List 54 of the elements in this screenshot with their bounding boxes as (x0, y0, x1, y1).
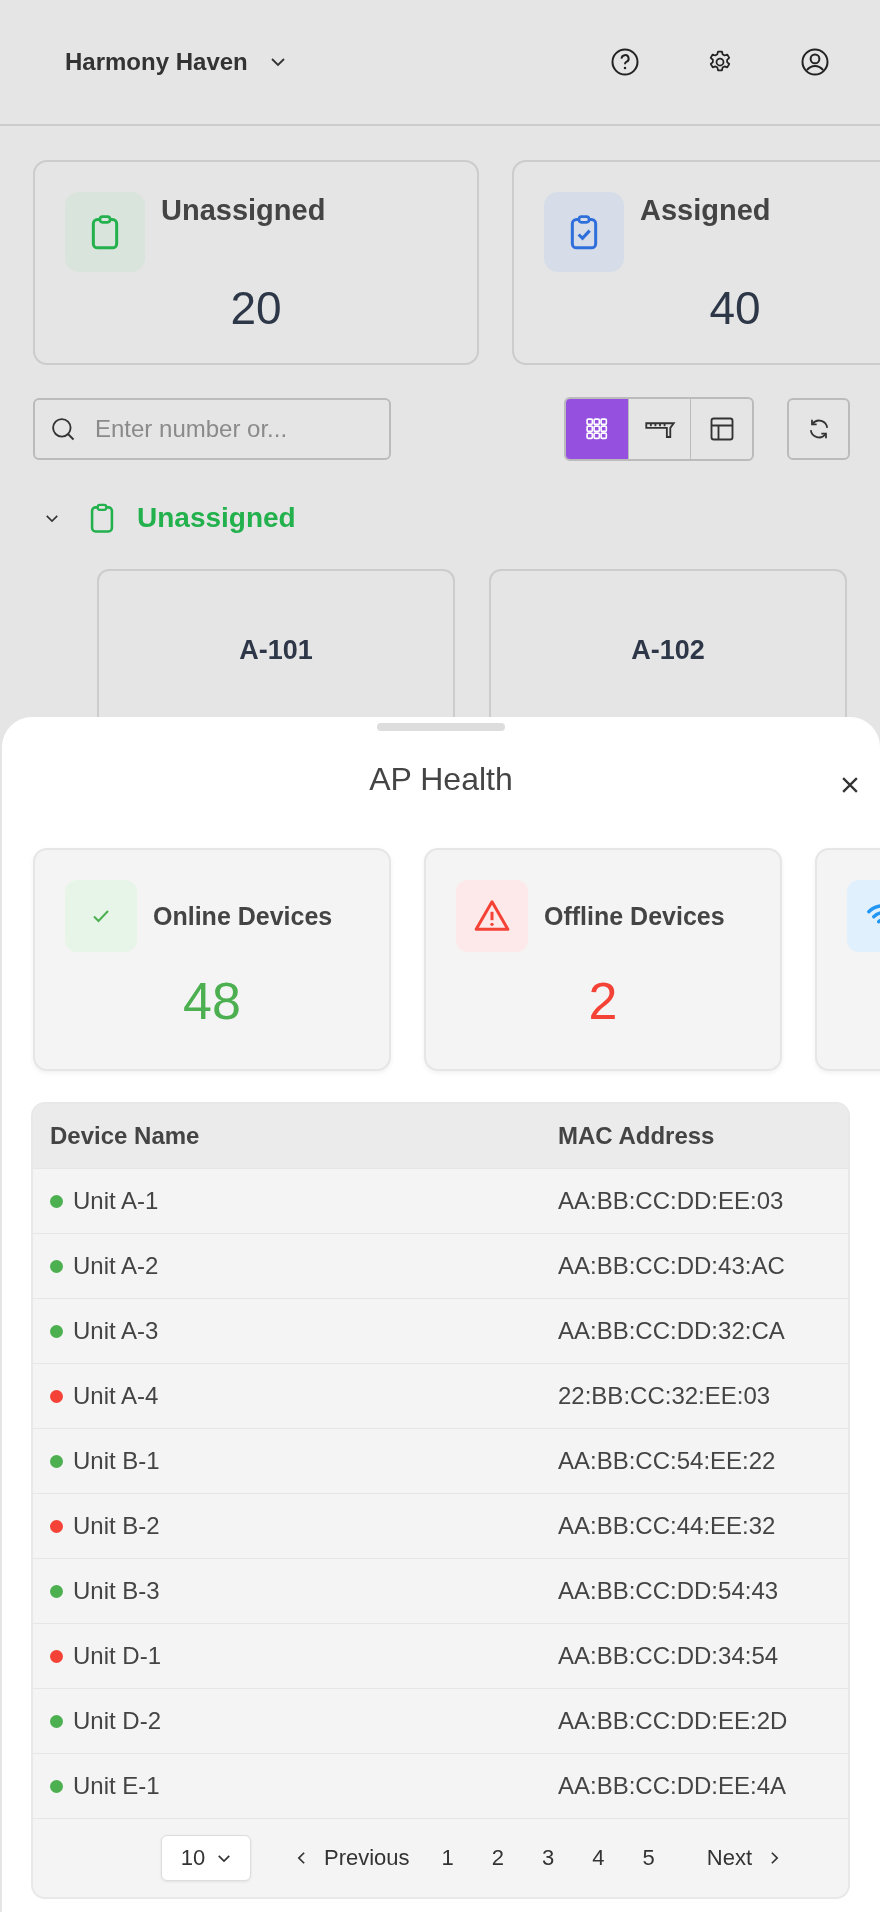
mac-address: 22:BB:CC:32:EE:03 (557, 1382, 772, 1410)
chevron-down-icon[interactable] (269, 57, 286, 67)
search-icon (49, 415, 77, 443)
user-icon[interactable] (800, 47, 830, 77)
card-value: 2 (587, 970, 619, 1031)
chevron-down-icon (217, 1853, 232, 1863)
card-value: 48 (182, 970, 242, 1031)
mac-address: AA:BB:CC:44:EE:32 (557, 1512, 777, 1540)
mac-address: AA:BB:CC:DD:34:54 (557, 1642, 780, 1670)
search-field[interactable]: Enter number or... (33, 398, 391, 460)
device-name: Unit A-4 (73, 1382, 159, 1410)
column-header: Device Name (49, 1122, 201, 1150)
card-label: Assigned (640, 193, 772, 228)
mac-address: AA:BB:CC:54:EE:22 (557, 1447, 777, 1475)
page-button[interactable]: 5 (630, 1845, 667, 1871)
grid-view-button[interactable] (566, 399, 628, 459)
page-button[interactable]: 2 (479, 1845, 517, 1871)
page-size-select[interactable]: 10 (161, 1835, 251, 1881)
device-name: Unit D-1 (73, 1642, 162, 1670)
summary-card[interactable]: Assigned 40 (512, 160, 880, 365)
card-count: 20 (229, 280, 283, 335)
help-icon[interactable] (610, 47, 640, 77)
mac-address: AA:BB:CC:DD:32:CA (557, 1317, 786, 1345)
device-name: Unit B-3 (73, 1577, 160, 1605)
page-button[interactable]: 3 (530, 1845, 567, 1871)
previous-button[interactable]: Previous (291, 1844, 416, 1872)
drag-handle[interactable] (377, 723, 505, 731)
chevron-down-icon[interactable] (45, 513, 59, 523)
page-button[interactable]: 1 (429, 1845, 466, 1871)
chevron-right-icon (770, 1851, 780, 1865)
close-icon[interactable] (842, 777, 858, 793)
card-count: 40 (708, 280, 762, 335)
mac-address: AA:BB:CC:DD:EE:03 (557, 1187, 785, 1215)
summary-card[interactable]: Unassigned 20 (33, 160, 479, 365)
page-button[interactable]: 4 (580, 1845, 617, 1871)
device-name: Unit B-1 (73, 1447, 160, 1475)
next-button[interactable]: Next (700, 1844, 786, 1872)
mac-address: AA:BB:CC:DD:43:AC (557, 1252, 786, 1280)
card-label: Online Devices (153, 901, 334, 931)
column-header: MAC Address (557, 1122, 716, 1150)
card-label: Offline Devices (544, 901, 726, 931)
device-name: Unit E-1 (73, 1772, 160, 1800)
mac-address: AA:BB:CC:DD:54:43 (557, 1577, 780, 1605)
mac-address: AA:BB:CC:DD:EE:4A (557, 1772, 788, 1800)
site-title[interactable]: Harmony Haven (65, 48, 248, 76)
device-name: Unit B-2 (73, 1512, 160, 1540)
device-name: Unit A-3 (73, 1317, 159, 1345)
refresh-button[interactable] (787, 398, 850, 460)
device-name: Unit A-1 (73, 1187, 159, 1215)
mac-address: AA:BB:CC:DD:EE:2D (557, 1707, 789, 1735)
device-name: Unit D-2 (73, 1707, 162, 1735)
card-label: Unassigned (161, 193, 327, 228)
device-name: Unit A-2 (73, 1252, 159, 1280)
chevron-left-icon (297, 1851, 306, 1865)
